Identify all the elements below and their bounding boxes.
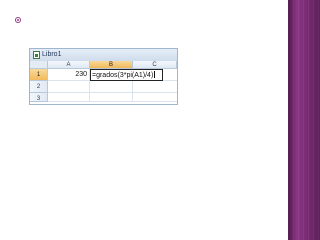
cell-c3[interactable] — [133, 93, 177, 102]
row-header-2[interactable]: 2 — [30, 81, 48, 93]
workbook-icon — [33, 51, 40, 59]
decorative-side-band — [288, 0, 320, 240]
cell-a3[interactable] — [48, 93, 90, 102]
cell-b2[interactable] — [90, 81, 133, 93]
text-cursor — [154, 71, 156, 78]
cell-c1[interactable] — [163, 69, 177, 81]
column-header-b[interactable]: B — [90, 61, 133, 69]
column-header-c[interactable]: C — [133, 61, 177, 69]
row-header-3[interactable]: 3 — [30, 93, 48, 102]
worksheet-grid: A B C 1 2 3 230 =grados(3*pi(A1)/4) — [30, 61, 177, 104]
cell-b1-formula: =grados(3*pi(A1)/4) — [92, 72, 154, 79]
cell-b3[interactable] — [90, 93, 133, 102]
cell-c2[interactable] — [133, 81, 177, 93]
row-header-1[interactable]: 1 — [30, 69, 48, 81]
spreadsheet-window: Libro1 A B C 1 2 3 230 =grados(3*pi(A1)/… — [29, 48, 178, 105]
cell-b1-editing[interactable]: =grados(3*pi(A1)/4) — [90, 69, 163, 81]
cell-a1[interactable]: 230 — [48, 69, 90, 81]
cell-a2[interactable] — [48, 81, 90, 93]
column-header-a[interactable]: A — [48, 61, 90, 69]
bullet-icon — [15, 17, 21, 23]
select-all-corner[interactable] — [30, 61, 48, 69]
window-title: Libro1 — [42, 51, 62, 58]
